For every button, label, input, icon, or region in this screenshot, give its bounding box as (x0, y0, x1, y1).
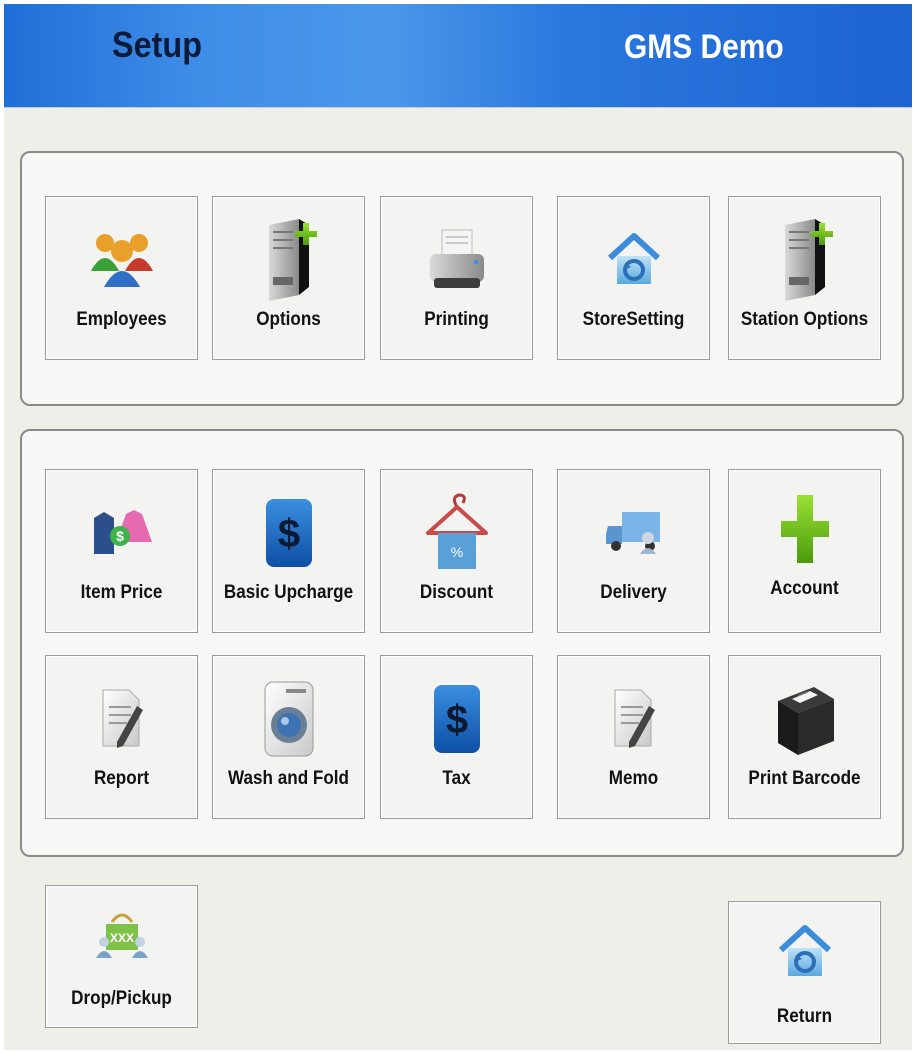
report-button[interactable]: Report (45, 655, 198, 819)
basic-upcharge-label: Basic Upcharge (223, 582, 354, 603)
plus-icon (729, 484, 880, 574)
item-price-button[interactable]: $ Item Price (45, 469, 198, 633)
memo-label: Memo (608, 768, 659, 789)
station-options-label: Station Options (740, 309, 869, 330)
tax-button[interactable]: $ Tax (380, 655, 533, 819)
memo-button[interactable]: Memo (557, 655, 710, 819)
report-label: Report (93, 768, 150, 789)
store-home-icon (558, 215, 709, 305)
svg-text:XXX: XXX (109, 931, 133, 945)
wash-and-fold-button[interactable]: Wash and Fold (212, 655, 365, 819)
setup-screen: Setup GMS Demo Employees Options Printin… (4, 4, 912, 1050)
memo-document-icon (558, 674, 709, 764)
return-home-icon (729, 916, 880, 988)
drop-pickup-button[interactable]: XXX Drop/Pickup (45, 885, 198, 1028)
receipt-printer-icon (729, 674, 880, 764)
header-bar: Setup GMS Demo (4, 4, 912, 108)
printing-button[interactable]: Printing (380, 196, 533, 360)
drop-pickup-label: Drop/Pickup (71, 988, 172, 1009)
return-button[interactable]: Return (728, 901, 881, 1044)
options-label: Options (256, 309, 321, 330)
basic-upcharge-button[interactable]: $ Basic Upcharge (212, 469, 365, 633)
account-label: Account (770, 578, 839, 599)
report-document-icon (46, 674, 197, 764)
drop-pickup-icon: XXX (46, 900, 197, 972)
dollar-icon: $ (381, 674, 532, 764)
store-name: GMS Demo (624, 28, 784, 66)
svg-text:%: % (450, 544, 462, 560)
return-label: Return (776, 1006, 833, 1027)
print-barcode-button[interactable]: Print Barcode (728, 655, 881, 819)
washing-machine-icon (213, 674, 364, 764)
station-options-button[interactable]: Station Options (728, 196, 881, 360)
employees-label: Employees (76, 309, 167, 330)
server-add-icon (729, 215, 880, 305)
store-setting-label: StoreSetting (582, 309, 685, 330)
print-barcode-label: Print Barcode (748, 768, 861, 789)
printing-label: Printing (424, 309, 489, 330)
delivery-button[interactable]: Delivery (557, 469, 710, 633)
svg-text:$: $ (116, 528, 124, 544)
discount-button[interactable]: % Discount (380, 469, 533, 633)
item-price-label: Item Price (80, 582, 163, 603)
hanger-discount-icon: % (381, 488, 532, 578)
item-price-icon: $ (46, 488, 197, 578)
delivery-label: Delivery (600, 582, 667, 603)
tax-label: Tax (442, 768, 471, 789)
account-button[interactable]: Account (728, 469, 881, 633)
wash-and-fold-label: Wash and Fold (228, 768, 349, 789)
svg-text:$: $ (277, 512, 299, 556)
discount-label: Discount (419, 582, 494, 603)
printer-icon (381, 215, 532, 305)
employees-button[interactable]: Employees (45, 196, 198, 360)
page-title: Setup (112, 24, 203, 65)
server-add-icon (213, 215, 364, 305)
employees-icon (46, 215, 197, 305)
delivery-truck-icon (558, 488, 709, 578)
options-button[interactable]: Options (212, 196, 365, 360)
dollar-icon: $ (213, 488, 364, 578)
store-setting-button[interactable]: StoreSetting (557, 196, 710, 360)
svg-text:$: $ (445, 698, 467, 742)
